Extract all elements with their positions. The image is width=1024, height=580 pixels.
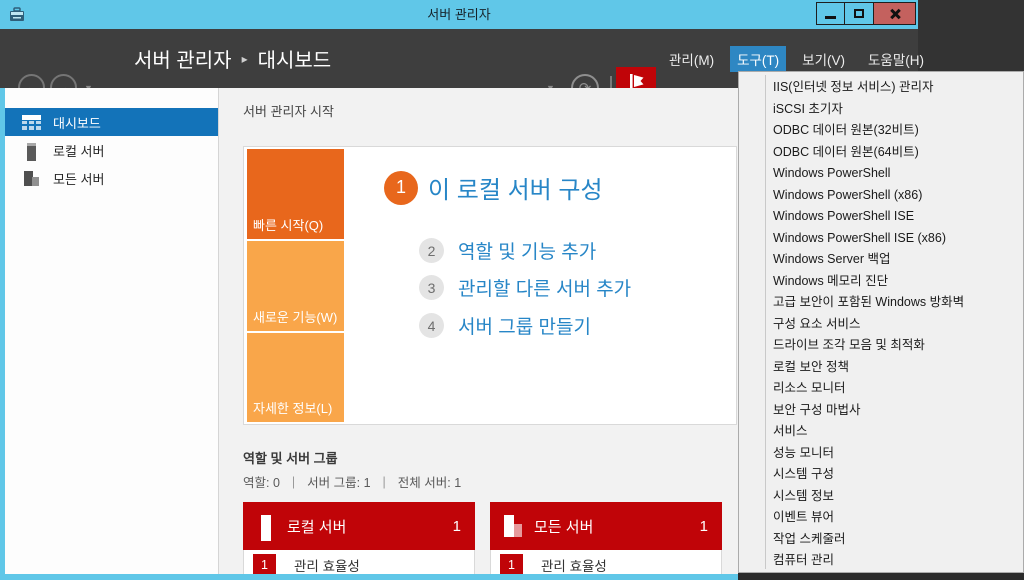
maximize-icon [854,9,864,18]
tile-title: 로컬 서버 [287,516,346,537]
tools-menu-item[interactable]: 시스템 구성 [739,464,1023,486]
tools-menu-item[interactable]: IIS(인터넷 정보 서비스) 관리자 [739,77,1023,99]
alert-count-badge: 1 [500,554,523,575]
tile-header[interactable]: 모든 서버 1 [490,502,722,550]
quick-start-tab[interactable]: 빠른 시작(Q) [247,149,344,239]
tools-menu-item[interactable]: Windows PowerShell [739,163,1023,185]
tools-menu-item[interactable]: Windows 메모리 진단 [739,271,1023,293]
sidebar-item-label: 대시보드 [53,113,101,132]
roles-stat-text: 서버 그룹: 1 [307,472,370,491]
server-icon [503,515,523,537]
setup-steps: 1 이 로컬 서버 구성 2 역할 및 기능 추가 3 관리할 다른 서버 추가… [344,147,734,422]
breadcrumb-separator-icon: ▸ [242,52,248,66]
sidebar: 대시보드 로컬 서버 모든 서버 [5,88,218,574]
menubar-item[interactable]: 관리(M) [662,46,721,72]
menu-shadow [738,573,1024,580]
tools-menu-item[interactable]: Windows PowerShell ISE [739,206,1023,228]
manageability-label: 관리 효율성 [294,555,360,575]
step-number-badge: 3 [419,275,444,300]
step-link[interactable]: 이 로컬 서버 구성 [428,170,603,205]
breadcrumb: 서버 관리자 ▸ 대시보드 [134,29,331,88]
minimize-icon [825,16,836,19]
titlebar[interactable]: 서버 관리자 [0,0,918,29]
step-number-badge: 1 [384,171,418,205]
sidebar-item-label: 모든 서버 [53,169,104,188]
step-link[interactable]: 역할 및 기능 추가 [458,237,596,264]
roles-stat-text: 역할: 0 [243,472,280,491]
breadcrumb-current[interactable]: 대시보드 [258,44,332,73]
sidebar-item[interactable]: 모든 서버 [5,164,218,192]
menubar-item[interactable]: 도움말(H) [861,46,931,72]
tools-menu-item[interactable]: Windows PowerShell ISE (x86) [739,228,1023,250]
maximize-button[interactable] [845,2,874,25]
quick-start-tab-label: 빠른 시작(Q) [253,215,323,234]
setup-step: 1 이 로컬 서버 구성 [384,170,603,205]
step-number-badge: 2 [419,238,444,263]
sidebar-item-label: 로컬 서버 [53,141,104,160]
window-title: 서버 관리자 [0,0,918,29]
roles-stat-separator: | [292,475,295,489]
sidebar-item[interactable]: 대시보드 [5,108,218,136]
step-link[interactable]: 관리할 다른 서버 추가 [458,274,631,301]
tools-menu-item[interactable]: 보안 구성 마법사 [739,400,1023,422]
welcome-tile: 빠른 시작(Q) 새로운 기능(W) 자세한 정보(L) 1 이 로컬 서버 구… [243,146,737,425]
roles-stat-text: 전체 서버: 1 [398,472,461,491]
sidebar-item-icon [22,143,41,158]
role-group-tile: 모든 서버 1 1 관리 효율성 [490,502,722,580]
tools-menu-item[interactable]: 컴퓨터 관리 [739,550,1023,572]
sidebar-item[interactable]: 로컬 서버 [5,136,218,164]
quick-start-tab[interactable]: 새로운 기능(W) [247,241,344,331]
desktop: 서버 관리자 ← → ▼ 서버 관리자 ▸ 대시보드 ▼ ⟳ [0,0,1024,580]
manageability-label: 관리 효율성 [541,555,607,575]
roles-stat: 전체 서버: 1 [398,472,485,491]
tools-menu-item[interactable]: 로컬 보안 정책 [739,357,1023,379]
tile-header[interactable]: 로컬 서버 1 [243,502,475,550]
tools-menu-item[interactable]: iSCSI 초기자 [739,99,1023,121]
breadcrumb-root[interactable]: 서버 관리자 [134,44,232,73]
setup-step: 4 서버 그룹 만들기 [419,312,591,339]
step-number-badge: 4 [419,313,444,338]
tools-menu-item[interactable]: 작업 스케줄러 [739,529,1023,551]
alert-count-badge: 1 [253,554,276,575]
setup-step: 3 관리할 다른 서버 추가 [419,274,631,301]
quick-start-tab-label: 자세한 정보(L) [253,398,332,417]
setup-step: 2 역할 및 기능 추가 [419,237,596,264]
quick-start-tab[interactable]: 자세한 정보(L) [247,333,344,422]
roles-stat-separator: | [383,475,386,489]
tools-menu-item[interactable]: 리소스 모니터 [739,378,1023,400]
tile-count: 1 [453,518,461,535]
quick-start-tabs: 빠른 시작(Q) 새로운 기능(W) 자세한 정보(L) [247,149,344,422]
tools-menu-item[interactable]: ODBC 데이터 원본(64비트) [739,142,1023,164]
role-group-tile: 로컬 서버 1 1 관리 효율성 [243,502,475,580]
tools-dropdown-menu: IIS(인터넷 정보 서비스) 관리자iSCSI 초기자ODBC 데이터 원본(… [738,71,1024,573]
close-icon [889,8,901,20]
tools-menu-item[interactable]: Windows Server 백업 [739,249,1023,271]
server-icon [256,515,276,537]
sidebar-item-icon [22,115,41,130]
step-link[interactable]: 서버 그룹 만들기 [458,312,591,339]
sidebar-item-icon [22,171,41,186]
tools-menu-item[interactable]: 서비스 [739,421,1023,443]
close-button[interactable] [874,2,916,25]
tools-menu-item[interactable]: 시스템 정보 [739,486,1023,508]
sidebar-list: 대시보드 로컬 서버 모든 서버 [5,108,218,192]
quick-start-tab-label: 새로운 기능(W) [253,307,337,326]
tile-title: 모든 서버 [534,516,593,537]
menubar-item[interactable]: 도구(T) [730,46,786,72]
tools-menu-item[interactable]: 구성 요소 서비스 [739,314,1023,336]
roles-stat: 역할: 0 | [243,472,307,491]
menubar-item[interactable]: 보기(V) [795,46,852,72]
tools-menu-item[interactable]: 고급 보안이 포함된 Windows 방화벽 [739,292,1023,314]
tools-menu-item[interactable]: 이벤트 뷰어 [739,507,1023,529]
tools-menu-item[interactable]: 성능 모니터 [739,443,1023,465]
tools-menu-item[interactable]: 드라이브 조각 모음 및 최적화 [739,335,1023,357]
tools-menu-item[interactable]: Windows PowerShell (x86) [739,185,1023,207]
tile-count: 1 [700,518,708,535]
tools-menu-item[interactable]: ODBC 데이터 원본(32비트) [739,120,1023,142]
minimize-button[interactable] [816,2,845,25]
roles-stat: 서버 그룹: 1 | [307,472,398,491]
